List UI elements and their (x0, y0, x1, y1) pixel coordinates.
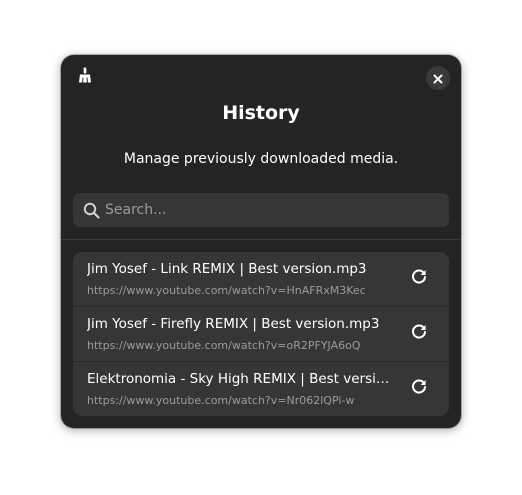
close-button[interactable] (426, 66, 450, 90)
history-item-title: Elektronomia - Sky High REMIX | Best ver… (87, 371, 397, 387)
history-item-title: Jim Yosef - Firefly REMIX | Best version… (87, 316, 380, 332)
clear-history-button[interactable] (73, 65, 97, 89)
dialog-title: History (222, 102, 300, 124)
search-icon (82, 201, 100, 219)
history-item-url: https://www.youtube.com/watch?v=Nr062lQP… (87, 394, 355, 407)
history-item[interactable]: Elektronomia - Sky High REMIX | Best ver… (73, 362, 449, 416)
redownload-button[interactable] (407, 377, 431, 401)
refresh-icon (410, 268, 428, 290)
history-item-url: https://www.youtube.com/watch?v=oR2PFYJA… (87, 339, 361, 352)
refresh-icon (410, 378, 428, 400)
search-bar[interactable] (73, 193, 449, 227)
history-item[interactable]: Jim Yosef - Link REMIX | Best version.mp… (73, 252, 449, 307)
redownload-button[interactable] (407, 322, 431, 346)
history-dialog: History Manage previously downloaded med… (61, 55, 461, 428)
close-icon (433, 69, 443, 88)
history-item[interactable]: Jim Yosef - Firefly REMIX | Best version… (73, 307, 449, 362)
header-divider (61, 239, 461, 240)
history-item-url: https://www.youtube.com/watch?v=HnAFRxM3… (87, 284, 366, 297)
history-list: Jim Yosef - Link REMIX | Best version.mp… (73, 252, 449, 416)
dialog-subtitle: Manage previously downloaded media. (123, 151, 399, 167)
refresh-icon (410, 323, 428, 345)
redownload-button[interactable] (407, 267, 431, 291)
search-input[interactable] (105, 193, 449, 227)
history-item-title: Jim Yosef - Link REMIX | Best version.mp… (87, 261, 367, 277)
broom-icon (77, 67, 93, 87)
